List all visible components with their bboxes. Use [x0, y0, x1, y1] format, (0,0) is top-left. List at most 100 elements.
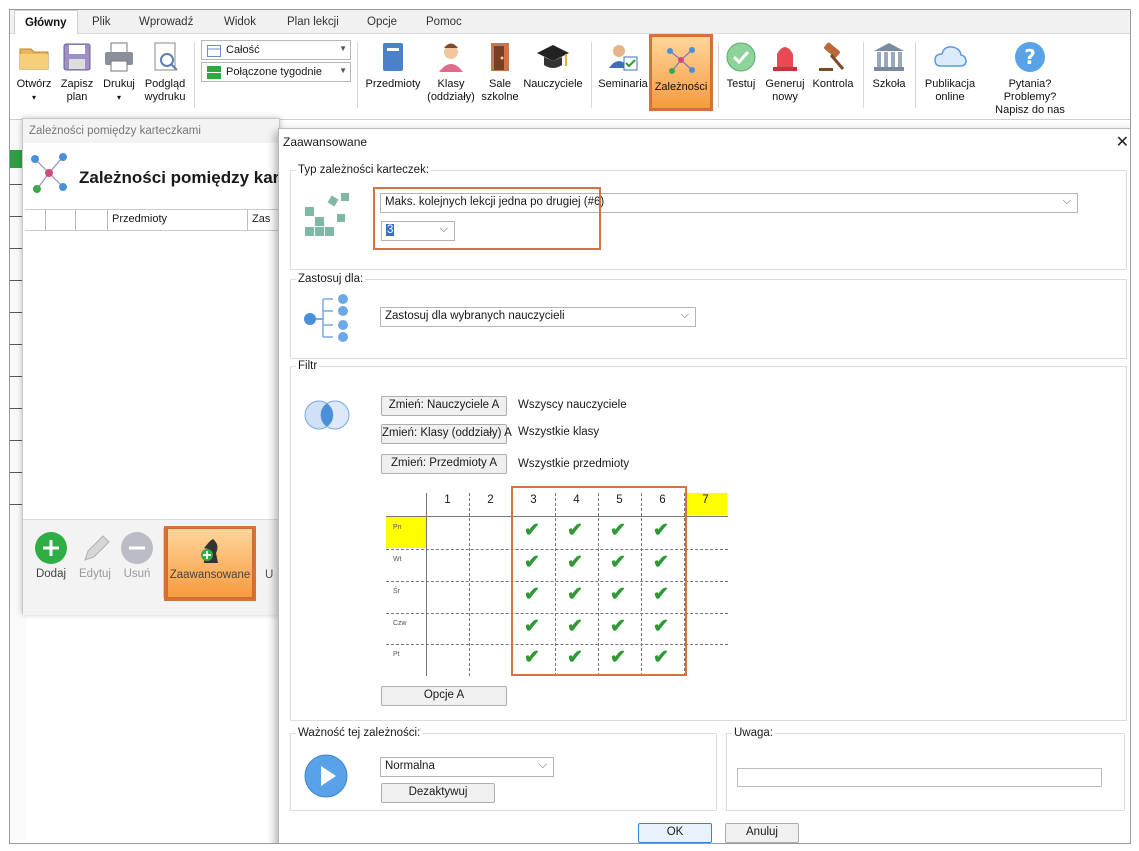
- importance-select[interactable]: Normalna ⌵: [380, 757, 554, 777]
- period-header: 5: [616, 494, 623, 506]
- test-label: Testuj: [726, 78, 756, 90]
- checkmark-icon[interactable]: ✔: [610, 553, 626, 572]
- network-icon: [664, 43, 698, 77]
- teachers-button[interactable]: Nauczyciele: [521, 34, 585, 118]
- print-button[interactable]: Drukuj ▾: [98, 34, 140, 118]
- change-teachers-button[interactable]: Zmień: Nauczyciele A: [381, 396, 507, 416]
- students-icon: [434, 40, 468, 74]
- grid-line: [386, 613, 728, 614]
- chevron-down-icon: ▼: [339, 44, 347, 53]
- remove-button[interactable]: Usuń: [117, 532, 157, 580]
- classes-label: Klasy (oddziały): [427, 78, 475, 103]
- column-header-zas[interactable]: Zas: [247, 210, 270, 230]
- checkmark-icon[interactable]: ✔: [653, 648, 669, 667]
- school-label: Szkoła: [872, 78, 906, 90]
- day-label: Pn: [393, 524, 402, 531]
- checkmark-icon[interactable]: ✔: [567, 585, 583, 604]
- day-label: Śr: [393, 588, 400, 595]
- checkmark-icon[interactable]: ✔: [524, 648, 540, 667]
- dependencies-toolbar: Dodaj Edytuj Usuń Zaawansowane U: [23, 519, 279, 615]
- edit-button[interactable]: Edytuj: [75, 532, 115, 580]
- checkmark-icon[interactable]: ✔: [610, 521, 626, 540]
- pencil-icon: [79, 532, 111, 564]
- open-button[interactable]: Otwórz ▾: [12, 34, 56, 118]
- publish-online-button[interactable]: Publikacja online: [918, 34, 982, 118]
- checkmark-icon[interactable]: ✔: [524, 553, 540, 572]
- save-plan-button[interactable]: Zapisz plan: [58, 34, 96, 118]
- menu-tab-pomoc[interactable]: Pomoc: [426, 16, 462, 28]
- open-dropdown-icon[interactable]: ▾: [12, 91, 56, 104]
- dependencies-list-window: Zależności pomiędzy karteczkami Zależnoś…: [22, 118, 280, 615]
- deactivate-button[interactable]: Dezaktywuj: [381, 783, 495, 803]
- table-column: [75, 210, 76, 230]
- app-window: Główny Plik Wprowadź Widok Plan lekcji O…: [9, 9, 1131, 844]
- lesson-count-select[interactable]: 3 ⌵: [381, 221, 455, 241]
- column-header-subjects[interactable]: Przedmioty: [107, 210, 167, 230]
- cards-scatter-icon: [303, 189, 353, 239]
- menu-tab-glowny[interactable]: Główny: [14, 10, 78, 34]
- note-input[interactable]: [737, 768, 1102, 787]
- checkmark-icon[interactable]: ✔: [653, 585, 669, 604]
- print-dropdown-icon[interactable]: ▾: [98, 91, 140, 104]
- subjects-label: Przedmioty: [365, 78, 421, 90]
- menu-tab-wprowadz[interactable]: Wprowadź: [139, 16, 193, 28]
- chevron-down-icon: ⌵: [1062, 195, 1071, 207]
- change-classes-button[interactable]: Zmień: Klasy (oddziały) A: [381, 424, 512, 444]
- checkmark-icon[interactable]: ✔: [524, 521, 540, 540]
- checkmark-icon[interactable]: ✔: [653, 617, 669, 636]
- checkmark-icon[interactable]: ✔: [610, 648, 626, 667]
- grid-line: [512, 493, 513, 676]
- test-button[interactable]: Testuj: [723, 34, 759, 118]
- grid-line: [386, 644, 728, 645]
- seminars-button[interactable]: Seminaria: [596, 34, 650, 118]
- options-button[interactable]: Opcje A: [381, 686, 507, 706]
- chevron-down-icon: ⌵: [680, 309, 689, 321]
- checkmark-icon[interactable]: ✔: [524, 617, 540, 636]
- control-button[interactable]: Kontrola: [809, 34, 857, 118]
- checkmark-icon[interactable]: ✔: [524, 585, 540, 604]
- checkmark-icon[interactable]: ✔: [610, 585, 626, 604]
- subjects-filter-text: Wszystkie przedmioty: [518, 458, 630, 470]
- school-button[interactable]: Szkoła: [867, 34, 911, 118]
- dependency-type-title: Typ zależności karteczek:: [296, 164, 432, 176]
- weeks-combo[interactable]: Połączone tygodnie ▼: [201, 62, 351, 82]
- publish-online-label: Publikacja online: [924, 78, 976, 103]
- generate-button[interactable]: Generuj nowy: [762, 34, 808, 118]
- menu-tab-opcje[interactable]: Opcje: [367, 16, 397, 28]
- help-button[interactable]: ? Pytania? Problemy? Napisz do nas: [981, 34, 1079, 118]
- checkmark-icon[interactable]: ✔: [567, 521, 583, 540]
- dependencies-button[interactable]: Zależności: [650, 35, 712, 110]
- apply-for-select[interactable]: Zastosuj dla wybranych nauczycieli ⌵: [380, 307, 696, 327]
- menu-tab-plan-lekcji[interactable]: Plan lekcji: [287, 16, 339, 28]
- advanced-button[interactable]: Zaawansowane: [166, 527, 254, 599]
- rooms-button[interactable]: Sale szkolne: [480, 34, 520, 118]
- menu-tab-widok[interactable]: Widok: [224, 16, 256, 28]
- subjects-button[interactable]: Przedmioty: [362, 34, 424, 118]
- ok-button[interactable]: OK: [638, 823, 712, 843]
- menu-tab-plik[interactable]: Plik: [92, 16, 111, 28]
- checkmark-icon[interactable]: ✔: [653, 521, 669, 540]
- close-icon[interactable]: ✕: [1116, 132, 1129, 152]
- day-label: Wt: [393, 556, 402, 563]
- classes-button[interactable]: Klasy (oddziały): [424, 34, 478, 118]
- checkmark-icon[interactable]: ✔: [610, 617, 626, 636]
- plus-icon: [35, 532, 67, 564]
- dependency-type-select[interactable]: Maks. kolejnych lekcji jedna po drugiej …: [380, 193, 1078, 213]
- network-icon: [27, 149, 71, 197]
- graduation-cap-icon: [536, 40, 570, 74]
- checkmark-icon[interactable]: ✔: [653, 553, 669, 572]
- print-preview-button[interactable]: Podgląd wydruku: [141, 34, 189, 118]
- checkmark-icon[interactable]: ✔: [567, 553, 583, 572]
- apply-for-value: Zastosuj dla wybranych nauczycieli: [385, 310, 565, 322]
- add-button[interactable]: Dodaj: [31, 532, 71, 580]
- checkmark-icon[interactable]: ✔: [567, 617, 583, 636]
- cancel-button[interactable]: Anuluj: [725, 823, 799, 843]
- grid-line: [426, 493, 427, 676]
- divider: [163, 528, 164, 598]
- grid-line: [598, 493, 599, 676]
- ribbon-separator: [194, 42, 195, 108]
- change-subjects-button[interactable]: Zmień: Przedmioty A: [381, 454, 507, 474]
- checkmark-icon[interactable]: ✔: [567, 648, 583, 667]
- period-header: 1: [444, 494, 451, 506]
- scope-combo[interactable]: Całość ▼: [201, 40, 351, 60]
